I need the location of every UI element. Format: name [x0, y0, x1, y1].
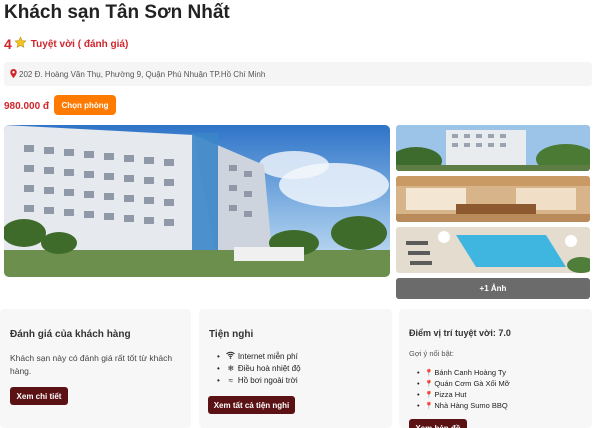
- map-pin-icon: 📍: [424, 391, 434, 399]
- pool-icon: ≈: [228, 375, 233, 385]
- hotel-name: Khách sạn Tân Sơn Nhất: [4, 2, 230, 23]
- address-bar: 202 Đ. Hoàng Văn Thụ, Phường 9, Quận Phú…: [4, 62, 592, 86]
- map-pin-icon: [10, 68, 17, 80]
- list-item: • Internet miễn phí: [217, 351, 298, 361]
- location-score-title: Điểm vị trí tuyệt vời: 7.0: [409, 328, 511, 338]
- more-photos-button[interactable]: +1 Ảnh: [396, 278, 590, 299]
- reviews-card: Đánh giá của khách hàng Khách sạn này có…: [0, 309, 191, 428]
- reviews-title: Đánh giá của khách hàng: [10, 329, 131, 340]
- main-hotel-photo[interactable]: [4, 125, 390, 277]
- reviews-description: Khách sạn này có đánh giá rất tốt từ khá…: [10, 353, 173, 376]
- amenities-card: Tiện nghi • Internet miễn phí • ❄ Điều h…: [199, 309, 392, 428]
- list-item: • ❄ Điều hoà nhiệt độ: [217, 363, 301, 373]
- thumbnail-exterior[interactable]: [396, 125, 590, 171]
- thumbnail-lobby[interactable]: [396, 176, 590, 222]
- list-item: • 📍 Nhà Hàng Sumo BBQ: [417, 401, 508, 410]
- amenities-list: • Internet miễn phí • ❄ Điều hoà nhiệt đ…: [217, 350, 301, 386]
- list-item: • ≈ Hồ bơi ngoài trời: [217, 375, 298, 385]
- list-item: • 📍 Pizza Hut: [417, 390, 467, 399]
- view-all-amenities-button[interactable]: Xem tất cả tiện nghi: [208, 396, 295, 414]
- wifi-icon: [226, 351, 236, 361]
- list-item: • 📍 Quán Cơm Gà Xối Mỡ: [417, 379, 510, 388]
- star-icon: [14, 36, 27, 52]
- rating-text: Tuyệt vời ( đánh giá): [30, 38, 129, 50]
- rating-row: 4 Tuyệt vời ( đánh giá): [4, 36, 128, 52]
- thumbnail-pool[interactable]: [396, 227, 590, 273]
- list-item: • 📍 Bánh Canh Hoàng Ty: [417, 368, 506, 377]
- highlights-label: Gợi ý nổi bật:: [409, 349, 454, 358]
- rating-score: 4: [4, 36, 12, 52]
- view-details-button[interactable]: Xem chi tiết: [10, 387, 68, 405]
- view-map-button[interactable]: Xem bản đồ: [409, 419, 467, 428]
- location-card: Điểm vị trí tuyệt vời: 7.0 Gợi ý nổi bật…: [399, 309, 592, 428]
- map-pin-icon: 📍: [424, 369, 434, 377]
- snowflake-icon: ❄: [227, 363, 235, 373]
- price: 980.000 đ: [4, 101, 50, 112]
- amenities-title: Tiện nghi: [209, 329, 254, 340]
- map-pin-icon: 📍: [424, 402, 434, 410]
- choose-room-button[interactable]: Chọn phòng: [54, 95, 116, 115]
- address-text: 202 Đ. Hoàng Văn Thụ, Phường 9, Quận Phú…: [19, 69, 266, 79]
- map-pin-icon: 📍: [424, 380, 434, 388]
- places-list: • 📍 Bánh Canh Hoàng Ty • 📍 Quán Cơm Gà Xối M…: [417, 367, 510, 411]
